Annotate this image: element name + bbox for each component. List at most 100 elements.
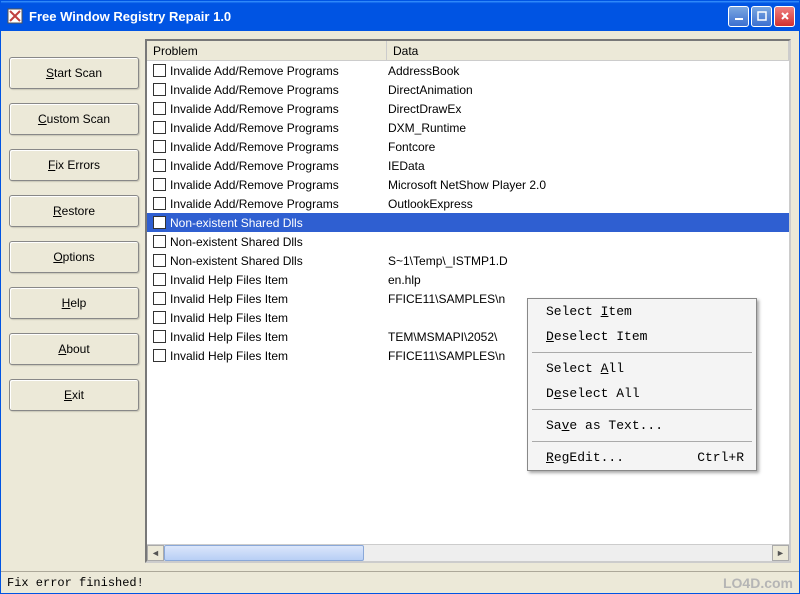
close-button[interactable] xyxy=(774,6,795,27)
row-checkbox[interactable] xyxy=(153,83,166,96)
row-data: DirectAnimation xyxy=(388,83,789,97)
table-row[interactable]: Invalide Add/Remove ProgramsDXM_Runtime xyxy=(147,118,789,137)
results-list: Problem Data Invalide Add/Remove Program… xyxy=(145,39,791,563)
row-data: OutlookExpress xyxy=(388,197,789,211)
menu-separator xyxy=(532,441,752,442)
row-checkbox[interactable] xyxy=(153,216,166,229)
menu-item-select-item[interactable]: Select Item xyxy=(528,299,756,324)
row-checkbox[interactable] xyxy=(153,121,166,134)
sidebar-button-start-scan[interactable]: Start Scan xyxy=(9,57,139,89)
table-row[interactable]: Invalide Add/Remove ProgramsFontcore xyxy=(147,137,789,156)
sidebar: Start Scan Custom Scan Fix Errors Restore Op… xyxy=(9,39,139,563)
row-checkbox[interactable] xyxy=(153,349,166,362)
row-data: Microsoft NetShow Player 2.0 xyxy=(388,178,789,192)
body-area: Start Scan Custom Scan Fix Errors Restore Op… xyxy=(1,31,799,571)
row-data: S~1\Temp\_ISTMP1.D xyxy=(388,254,789,268)
menu-item-regedit-[interactable]: RegEdit... Ctrl+R xyxy=(528,445,756,470)
menu-separator xyxy=(532,409,752,410)
table-row[interactable]: Invalide Add/Remove ProgramsMicrosoft Ne… xyxy=(147,175,789,194)
row-problem: Invalid Help Files Item xyxy=(170,273,388,287)
scroll-track[interactable] xyxy=(164,545,772,561)
status-text: Fix error finished! xyxy=(7,576,144,590)
maximize-button[interactable] xyxy=(751,6,772,27)
row-checkbox[interactable] xyxy=(153,140,166,153)
row-data: DXM_Runtime xyxy=(388,121,789,135)
row-problem: Non-existent Shared Dlls xyxy=(170,216,388,230)
column-header-data[interactable]: Data xyxy=(387,41,789,60)
table-row[interactable]: Invalide Add/Remove ProgramsIEData xyxy=(147,156,789,175)
menu-item-label: Deselect Item xyxy=(546,329,647,344)
sidebar-button-fix-errors[interactable]: Fix Errors xyxy=(9,149,139,181)
app-icon xyxy=(7,8,23,24)
row-problem: Invalide Add/Remove Programs xyxy=(170,83,388,97)
table-row[interactable]: Invalide Add/Remove ProgramsDirectAnimat… xyxy=(147,80,789,99)
menu-item-label: RegEdit... xyxy=(546,450,624,465)
window-buttons xyxy=(728,6,795,27)
row-problem: Invalide Add/Remove Programs xyxy=(170,178,388,192)
table-row[interactable]: Invalide Add/Remove ProgramsAddressBook xyxy=(147,61,789,80)
row-checkbox[interactable] xyxy=(153,178,166,191)
table-row[interactable]: Non-existent Shared Dlls xyxy=(147,232,789,251)
menu-item-accelerator: Ctrl+R xyxy=(697,450,744,465)
window-title: Free Window Registry Repair 1.0 xyxy=(29,9,728,24)
menu-item-label: Deselect All xyxy=(546,386,640,401)
menu-item-deselect-item[interactable]: Deselect Item xyxy=(528,324,756,349)
menu-item-label: Select Item xyxy=(546,304,632,319)
column-header-problem[interactable]: Problem xyxy=(147,41,387,60)
title-bar[interactable]: Free Window Registry Repair 1.0 xyxy=(1,1,799,31)
row-problem: Invalid Help Files Item xyxy=(170,330,388,344)
row-problem: Invalide Add/Remove Programs xyxy=(170,197,388,211)
row-checkbox[interactable] xyxy=(153,311,166,324)
row-problem: Invalid Help Files Item xyxy=(170,349,388,363)
row-checkbox[interactable] xyxy=(153,64,166,77)
menu-item-save-as-text-[interactable]: Save as Text... xyxy=(528,413,756,438)
menu-separator xyxy=(532,352,752,353)
menu-item-label: Save as Text... xyxy=(546,418,663,433)
row-problem: Invalide Add/Remove Programs xyxy=(170,140,388,154)
sidebar-button-options[interactable]: Options xyxy=(9,241,139,273)
row-problem: Invalide Add/Remove Programs xyxy=(170,159,388,173)
sidebar-button-custom-scan[interactable]: Custom Scan xyxy=(9,103,139,135)
scroll-thumb[interactable] xyxy=(164,545,364,561)
row-checkbox[interactable] xyxy=(153,102,166,115)
row-checkbox[interactable] xyxy=(153,235,166,248)
table-row[interactable]: Invalid Help Files Itemen.hlp xyxy=(147,270,789,289)
row-data: en.hlp xyxy=(388,273,789,287)
scroll-right-arrow-icon[interactable]: ► xyxy=(772,545,789,561)
row-data: Fontcore xyxy=(388,140,789,154)
table-row[interactable]: Invalide Add/Remove ProgramsOutlookExpre… xyxy=(147,194,789,213)
scroll-left-arrow-icon[interactable]: ◄ xyxy=(147,545,164,561)
minimize-button[interactable] xyxy=(728,6,749,27)
row-data: DirectDrawEx xyxy=(388,102,789,116)
row-problem: Invalid Help Files Item xyxy=(170,292,388,306)
row-problem: Invalide Add/Remove Programs xyxy=(170,64,388,78)
menu-item-deselect-all[interactable]: Deselect All xyxy=(528,381,756,406)
row-problem: Invalide Add/Remove Programs xyxy=(170,102,388,116)
row-checkbox[interactable] xyxy=(153,254,166,267)
row-checkbox[interactable] xyxy=(153,197,166,210)
row-checkbox[interactable] xyxy=(153,330,166,343)
sidebar-button-help[interactable]: Help xyxy=(9,287,139,319)
table-row[interactable]: Invalide Add/Remove ProgramsDirectDrawEx xyxy=(147,99,789,118)
row-problem: Non-existent Shared Dlls xyxy=(170,235,388,249)
app-window: Free Window Registry Repair 1.0 Start Sc… xyxy=(0,0,800,594)
menu-item-select-all[interactable]: Select All xyxy=(528,356,756,381)
menu-item-label: Select All xyxy=(546,361,624,376)
table-row[interactable]: Non-existent Shared DllsS~1\Temp\_ISTMP1… xyxy=(147,251,789,270)
row-checkbox[interactable] xyxy=(153,292,166,305)
row-checkbox[interactable] xyxy=(153,159,166,172)
row-checkbox[interactable] xyxy=(153,273,166,286)
sidebar-button-about[interactable]: About xyxy=(9,333,139,365)
sidebar-button-exit[interactable]: Exit xyxy=(9,379,139,411)
table-row[interactable]: Non-existent Shared Dlls xyxy=(147,213,789,232)
sidebar-button-restore[interactable]: Restore xyxy=(9,195,139,227)
row-data: IEData xyxy=(388,159,789,173)
horizontal-scrollbar[interactable]: ◄ ► xyxy=(147,544,789,561)
status-bar: Fix error finished! LO4D.com xyxy=(1,571,799,593)
row-data: AddressBook xyxy=(388,64,789,78)
watermark: LO4D.com xyxy=(723,575,793,591)
list-header[interactable]: Problem Data xyxy=(147,41,789,61)
row-problem: Invalid Help Files Item xyxy=(170,311,388,325)
row-problem: Invalide Add/Remove Programs xyxy=(170,121,388,135)
context-menu[interactable]: Select Item Deselect Item Select All Desele… xyxy=(527,298,757,471)
